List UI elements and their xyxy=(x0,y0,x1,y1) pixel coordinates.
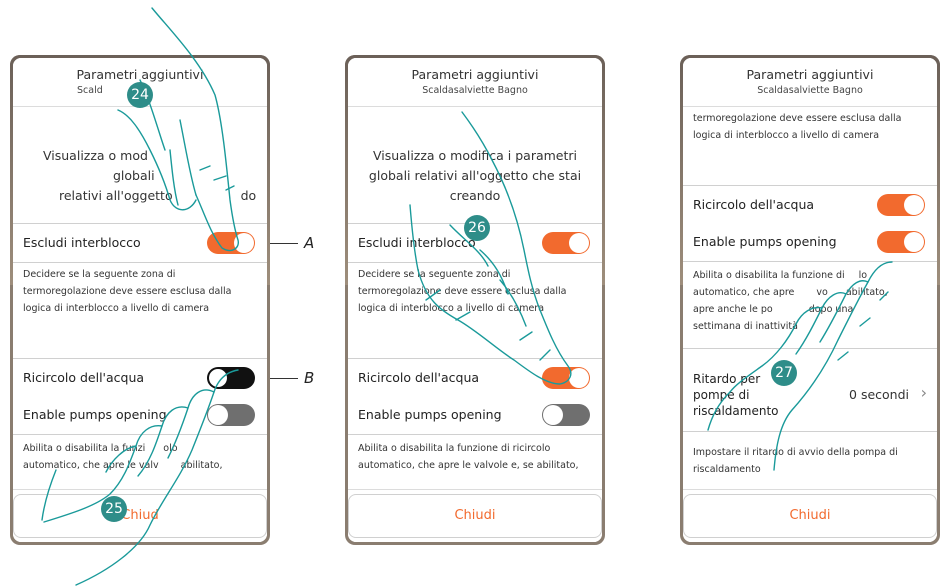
sheet-footer: Chiudi xyxy=(348,489,602,542)
ritardo-value: 0 secondi xyxy=(849,387,909,402)
callout-b: B xyxy=(304,369,315,387)
callout-a: A xyxy=(304,234,315,252)
sheet-footer: Chiudi xyxy=(683,489,937,542)
row-escludi-interblocco: Escludi interblocco xyxy=(13,223,267,263)
chevron-right-icon: › xyxy=(920,383,927,402)
close-button[interactable]: Chiud xyxy=(13,494,267,538)
ricircolo-toggle[interactable] xyxy=(542,367,590,389)
pumps-desc-fragment: dopo una xyxy=(808,304,854,315)
settings-sheet: Parametri aggiuntivi Scaldasalviette Bag… xyxy=(348,58,602,542)
toggle-knob xyxy=(208,368,228,388)
screen-panel-2: Parametri aggiuntivi Scaldasalviette Bag… xyxy=(345,55,605,545)
step-marker: 25 xyxy=(101,496,127,522)
intro-text: Visualizza o modifica i parametri global… xyxy=(368,148,582,203)
ritardo-label: Ritardo per pompe di riscaldamento xyxy=(693,371,779,419)
intro-text: Visualizza o mod globali relativi all'og… xyxy=(23,146,257,206)
toggle-knob xyxy=(234,233,254,253)
ritardo-label-line: Ritardo per xyxy=(693,372,761,386)
sheet-title: Parametri aggiuntivi xyxy=(746,67,874,82)
pumps-description: Abilita o disabilita la funzi olo automat… xyxy=(23,440,257,474)
callout-b-leader xyxy=(270,378,298,379)
escludi-label: Escludi interblocco xyxy=(358,235,476,250)
pumps-label: Enable pumps opening xyxy=(358,407,502,422)
sheet-footer: Chiud xyxy=(13,489,267,542)
pumps-toggle[interactable] xyxy=(207,404,255,426)
close-button[interactable]: Chiudi xyxy=(683,494,937,538)
escludi-toggle[interactable] xyxy=(207,232,255,254)
row-ritardo[interactable]: Ritardo per pompe di riscaldamento 0 sec… xyxy=(683,348,937,432)
close-button[interactable]: Chiudi xyxy=(348,494,602,538)
escludi-description: Decidere se la seguente zona di termoreg… xyxy=(358,269,567,314)
row-ricircolo: Ricircolo dell'acqua xyxy=(683,185,937,225)
screen-panel-1: Parametri aggiuntivi Scald Visualizza o … xyxy=(10,55,270,545)
pumps-description: Abilita o disabilita la funzione di rici… xyxy=(358,443,579,471)
pumps-desc-fragment: automatico, che apre le valv xyxy=(23,460,159,471)
pumps-desc-fragment: lo xyxy=(858,270,868,281)
sheet-header: Parametri aggiuntivi Scaldasalviette Bag… xyxy=(348,58,602,107)
pumps-desc-fragment: abilitato, xyxy=(845,287,888,298)
ritardo-label-line: pompe di xyxy=(693,388,750,402)
toggle-knob xyxy=(569,233,589,253)
pumps-desc-fragment: Abilita o disabilita la funzione di xyxy=(693,270,845,281)
ricircolo-label: Ricircolo dell'acqua xyxy=(23,370,145,385)
ricircolo-toggle[interactable] xyxy=(207,367,255,389)
sheet-subtitle: Scaldasalviette Bagno xyxy=(422,85,528,96)
row-ricircolo: Ricircolo dell'acqua xyxy=(348,358,602,398)
intro-fragment: do xyxy=(240,188,257,203)
pumps-label: Enable pumps opening xyxy=(23,407,167,422)
intro-fragment: relativi all'oggetto xyxy=(59,188,173,203)
pumps-toggle[interactable] xyxy=(877,231,925,253)
step-marker: 26 xyxy=(464,215,490,241)
intro-fragment: globali xyxy=(113,168,155,183)
settings-sheet: Parametri aggiuntivi Scaldasalviette Bag… xyxy=(683,58,937,542)
ritardo-description: Impostare il ritardo di avvio della pomp… xyxy=(693,447,898,475)
toggle-knob xyxy=(904,195,924,215)
toggle-knob xyxy=(904,232,924,252)
ricircolo-toggle[interactable] xyxy=(877,194,925,216)
ricircolo-label: Ricircolo dell'acqua xyxy=(358,370,480,385)
row-ricircolo: Ricircolo dell'acqua xyxy=(13,358,267,398)
step-marker: 27 xyxy=(771,360,797,386)
intro-fragment: Visualizza o mod xyxy=(43,148,148,163)
pumps-desc-fragment: Abilita o disabilita la funzi xyxy=(23,443,146,454)
pumps-desc-fragment: automatico, che apre xyxy=(693,287,795,298)
screen-panel-3: Parametri aggiuntivi Scaldasalviette Bag… xyxy=(680,55,940,545)
pumps-description: Abilita o disabilita la funzione di lo au… xyxy=(693,267,927,335)
escludi-description: Decidere se la seguente zona di termoreg… xyxy=(23,269,232,314)
sheet-title: Parametri aggiuntivi xyxy=(76,67,204,82)
step-marker: 24 xyxy=(127,82,153,108)
callout-a-leader xyxy=(270,243,298,244)
row-pumps: Enable pumps opening xyxy=(683,223,937,262)
pumps-desc-fragment: vo xyxy=(816,287,828,298)
escludi-toggle[interactable] xyxy=(542,232,590,254)
pumps-desc-fragment: settimana di inattività xyxy=(693,321,798,332)
toggle-knob xyxy=(543,405,563,425)
row-pumps: Enable pumps opening xyxy=(348,396,602,435)
pumps-toggle[interactable] xyxy=(542,404,590,426)
toggle-knob xyxy=(569,368,589,388)
escludi-label: Escludi interblocco xyxy=(23,235,141,250)
sheet-header: Parametri aggiuntivi Scaldasalviette Bag… xyxy=(683,58,937,107)
sheet-title: Parametri aggiuntivi xyxy=(411,67,539,82)
ricircolo-label: Ricircolo dell'acqua xyxy=(693,197,815,212)
pumps-desc-fragment: abilitato, xyxy=(180,460,223,471)
settings-sheet: Parametri aggiuntivi Scald Visualizza o … xyxy=(13,58,267,542)
sheet-subtitle: Scaldasalviette Bagno xyxy=(757,85,863,96)
pumps-desc-fragment: olo xyxy=(163,443,178,454)
pumps-label: Enable pumps opening xyxy=(693,234,837,249)
toggle-knob xyxy=(208,405,228,425)
ritardo-label-line: riscaldamento xyxy=(693,404,779,418)
row-pumps: Enable pumps opening xyxy=(13,396,267,435)
pumps-desc-fragment: apre anche le po xyxy=(693,304,773,315)
